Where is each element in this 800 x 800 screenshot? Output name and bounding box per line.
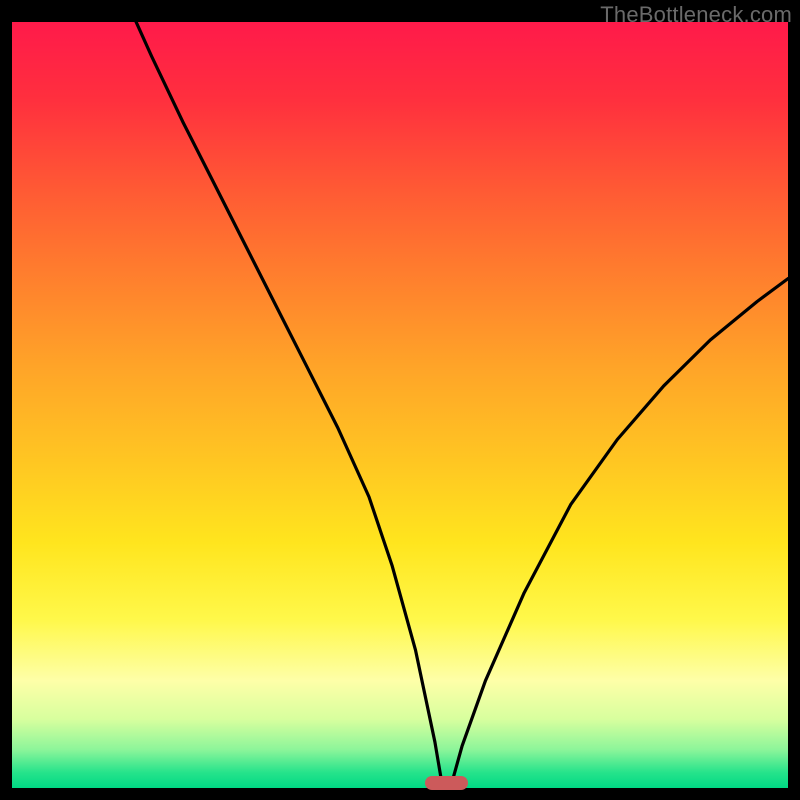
plot-area (12, 22, 788, 788)
chart-frame: TheBottleneck.com (0, 0, 800, 800)
bottleneck-curve (12, 22, 788, 788)
minimum-marker (425, 776, 468, 790)
